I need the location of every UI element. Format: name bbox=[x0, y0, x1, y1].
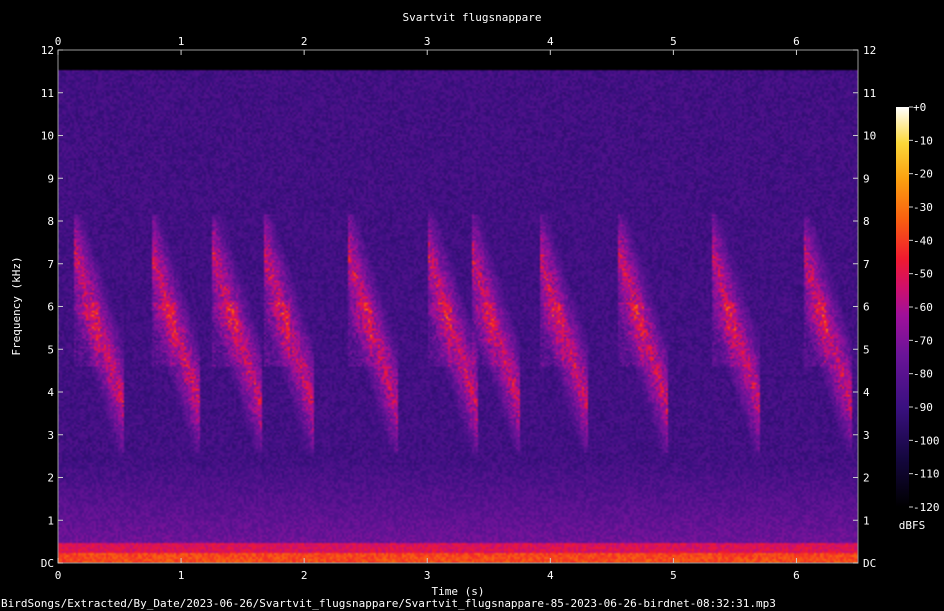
colorbar-tick-label: -80 bbox=[913, 368, 933, 381]
x-tick-label: 1 bbox=[178, 569, 185, 582]
y-tick-label: 12 bbox=[41, 44, 54, 57]
colorbar-tick-label: -110 bbox=[913, 468, 940, 481]
x-tick-label: 4 bbox=[547, 569, 554, 582]
y-tick-label: 2 bbox=[47, 472, 54, 485]
y-tick-label: 6 bbox=[47, 301, 54, 314]
y-tick-label: 10 bbox=[863, 130, 876, 143]
y-axis-label: Frequency (kHz) bbox=[10, 256, 23, 355]
x-tick-label: 5 bbox=[670, 35, 677, 48]
y-tick-label: DC bbox=[41, 557, 54, 570]
colorbar-tick-label: -60 bbox=[913, 301, 933, 314]
x-tick-label: 0 bbox=[55, 569, 62, 582]
colorbar-tick-label: -120 bbox=[913, 501, 940, 514]
y-tick-label: 8 bbox=[47, 215, 54, 228]
colorbar-tick-label: -90 bbox=[913, 401, 933, 414]
file-path-caption: BirdSongs/Extracted/By_Date/2023-06-26/S… bbox=[1, 597, 776, 610]
x-tick-label: 5 bbox=[670, 569, 677, 582]
colorbar-tick-label: -70 bbox=[913, 334, 933, 347]
colorbar-unit-label: dBFS bbox=[899, 519, 926, 532]
y-tick-label: 7 bbox=[863, 258, 870, 271]
x-tick-label: 1 bbox=[178, 35, 185, 48]
y-tick-label: 10 bbox=[41, 130, 54, 143]
x-tick-label: 2 bbox=[301, 569, 308, 582]
spectrogram-image bbox=[58, 50, 858, 563]
y-tick-label: 6 bbox=[863, 301, 870, 314]
colorbar-tick-label: -40 bbox=[913, 234, 933, 247]
y-tick-label: 3 bbox=[863, 429, 870, 442]
x-tick-label: 0 bbox=[55, 35, 62, 48]
y-tick-label: 3 bbox=[47, 429, 54, 442]
colorbar bbox=[896, 107, 909, 507]
x-tick-label: 4 bbox=[547, 35, 554, 48]
colorbar-tick-label: -50 bbox=[913, 268, 933, 281]
y-tick-label: 1 bbox=[863, 514, 870, 527]
y-tick-label: 1 bbox=[47, 514, 54, 527]
colorbar-tick-label: -20 bbox=[913, 168, 933, 181]
y-tick-label: 2 bbox=[863, 472, 870, 485]
y-tick-label: 9 bbox=[863, 172, 870, 185]
colorbar-tick-label: -30 bbox=[913, 201, 933, 214]
x-tick-label: 6 bbox=[793, 569, 800, 582]
x-tick-label: 6 bbox=[793, 35, 800, 48]
x-tick-label: 2 bbox=[301, 35, 308, 48]
y-tick-label: DC bbox=[863, 557, 876, 570]
y-tick-label: 11 bbox=[41, 87, 54, 100]
y-tick-label: 8 bbox=[863, 215, 870, 228]
y-tick-label: 4 bbox=[47, 386, 54, 399]
spectrogram-figure: Svartvit flugsnappare 00112233445566 DC D… bbox=[1, 11, 940, 610]
x-tick-label: 3 bbox=[424, 35, 431, 48]
colorbar-tick-label: +0 bbox=[913, 101, 926, 114]
y-tick-label: 5 bbox=[47, 343, 54, 356]
y-tick-label: 4 bbox=[863, 386, 870, 399]
chart-title: Svartvit flugsnappare bbox=[402, 11, 541, 24]
y-tick-label: 5 bbox=[863, 343, 870, 356]
y-tick-label: 11 bbox=[863, 87, 876, 100]
colorbar-axis: +0 -10 -20 -30 -40 -50 -60 -70 -80 -90 -100 -110 -12… bbox=[909, 101, 940, 514]
y-tick-label: 9 bbox=[47, 172, 54, 185]
y-tick-label: 7 bbox=[47, 258, 54, 271]
colorbar-tick-label: -100 bbox=[913, 434, 940, 447]
x-tick-label: 3 bbox=[424, 569, 431, 582]
y-tick-label: 12 bbox=[863, 44, 876, 57]
colorbar-tick-label: -10 bbox=[913, 134, 933, 147]
